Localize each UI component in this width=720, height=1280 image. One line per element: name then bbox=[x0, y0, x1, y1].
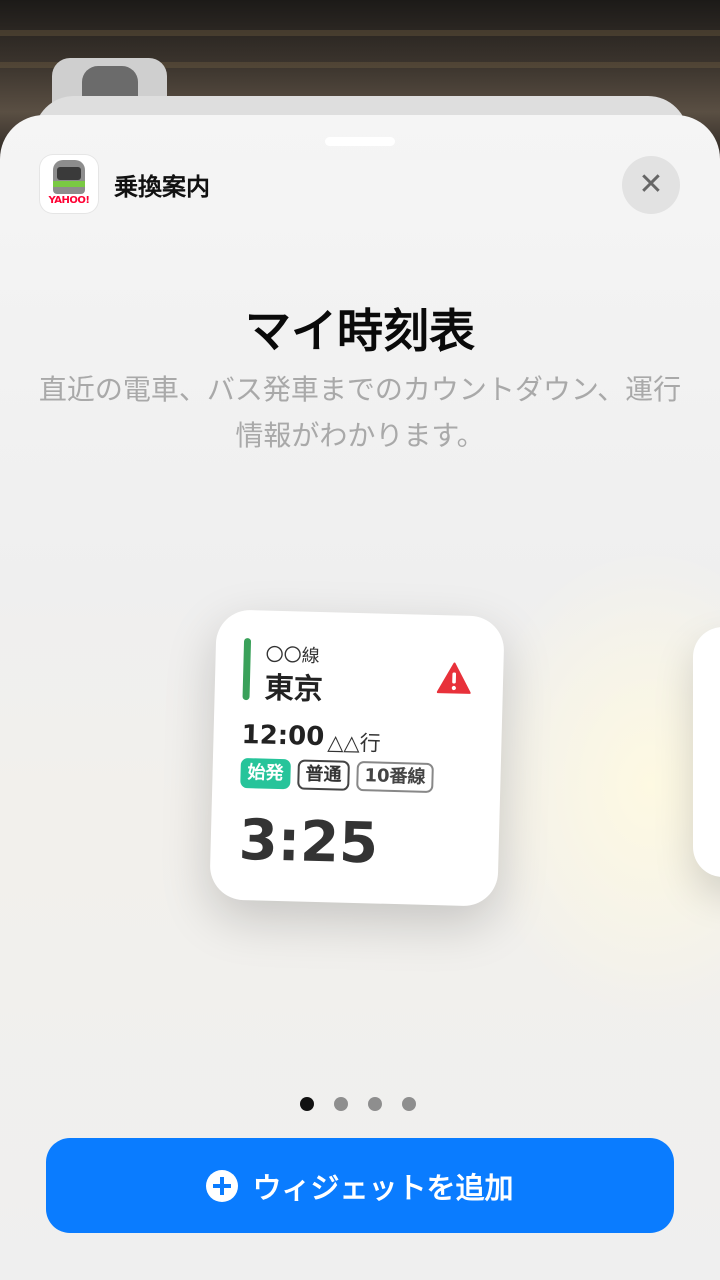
page-dot-3[interactable] bbox=[368, 1097, 382, 1111]
app-name: 乗換案内 bbox=[114, 173, 210, 201]
app-icon: YAHOO! bbox=[40, 155, 98, 213]
destination: △△行 bbox=[327, 730, 382, 756]
train-badges: 始発 普通 10番線 bbox=[240, 757, 434, 794]
close-button[interactable]: ✕ bbox=[622, 156, 680, 214]
background-glow bbox=[470, 545, 720, 1025]
widget-gallery-sheet: YAHOO! 乗換案内 ✕ マイ時刻表 直近の電車、バス発車までのカウントダウン… bbox=[0, 115, 720, 1280]
yahoo-logo: YAHOO! bbox=[48, 195, 90, 206]
widget-description: 直近の電車、バス発車までのカウントダウン、運行情報がわかります。 bbox=[38, 373, 682, 452]
train-icon bbox=[53, 160, 85, 194]
train-type-badge: 普通 bbox=[297, 759, 350, 791]
page-dot-4[interactable] bbox=[402, 1097, 416, 1111]
train-stripe bbox=[53, 181, 85, 187]
station-name: 東京 bbox=[264, 670, 324, 707]
warning-icon bbox=[436, 662, 471, 694]
platform-badge: 10番線 bbox=[356, 760, 434, 794]
sheet-grabber[interactable] bbox=[325, 137, 395, 146]
plus-circle-icon bbox=[206, 1169, 239, 1202]
widget-title: マイ時刻表 bbox=[245, 304, 475, 358]
add-widget-label: ウィジェットを追加 bbox=[252, 1170, 514, 1205]
train-window bbox=[57, 167, 81, 180]
line-color-bar bbox=[242, 638, 252, 701]
next-widget-preview-card[interactable] bbox=[693, 627, 720, 877]
countdown-timer: 3:25 bbox=[237, 807, 379, 877]
first-train-badge: 始発 bbox=[240, 757, 291, 790]
page-dot-1[interactable] bbox=[300, 1097, 314, 1111]
wallpaper-stripe bbox=[0, 30, 720, 36]
add-widget-button[interactable]: ウィジェットを追加 bbox=[46, 1138, 674, 1233]
widget-preview-card[interactable]: 〇〇線 東京 12:00 △△行 始発 普通 10番線 3:25 bbox=[209, 609, 505, 907]
close-icon: ✕ bbox=[638, 167, 664, 202]
departure-time: 12:00 bbox=[241, 719, 325, 753]
page-dot-2[interactable] bbox=[334, 1097, 348, 1111]
page-indicator[interactable] bbox=[300, 1097, 416, 1111]
